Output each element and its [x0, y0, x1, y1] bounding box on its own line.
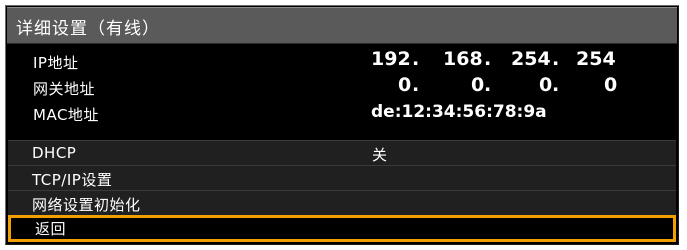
gateway-octet-1: 0: [398, 74, 412, 96]
ip-dot-3: .: [552, 48, 560, 70]
network-reset-label: 网络设置初始化: [32, 196, 141, 214]
menu-item-dhcp[interactable]: DHCP 关: [8, 140, 676, 165]
menu-item-back[interactable]: 返回: [8, 215, 676, 242]
ip-octet-4: 254: [576, 48, 616, 70]
gateway-octet-2: 0: [471, 74, 485, 96]
menu-item-tcpip-settings[interactable]: TCP/IP设置: [8, 165, 676, 190]
panel-title: 详细设置（有线）: [16, 19, 160, 39]
mac-address-value: de:12:34:56:78:9a: [371, 102, 547, 122]
menu-item-network-reset[interactable]: 网络设置初始化: [8, 190, 676, 215]
dhcp-label: DHCP: [32, 144, 77, 162]
ip-octet-1: 192: [371, 48, 411, 70]
gateway-octet-4: 0: [604, 74, 618, 96]
title-bar: 详细设置（有线）: [7, 7, 677, 44]
settings-panel: 详细设置（有线） IP地址 192 . 168 . 254 . 254 网关地址…: [5, 5, 679, 245]
tcpip-settings-label: TCP/IP设置: [32, 171, 113, 189]
gateway-dot-3: .: [552, 74, 560, 96]
back-label: 返回: [35, 220, 67, 238]
gateway-dot-2: .: [484, 74, 492, 96]
ip-octet-3: 254: [511, 48, 551, 70]
ip-dot-2: .: [484, 48, 492, 70]
network-info: IP地址 192 . 168 . 254 . 254 网关地址 0 . 0 . …: [7, 46, 677, 140]
mac-address-label: MAC地址: [33, 106, 99, 124]
gateway-dot-1: .: [412, 74, 420, 96]
ip-address-label: IP地址: [33, 54, 79, 72]
dhcp-value: 关: [372, 146, 388, 164]
gateway-label: 网关地址: [33, 80, 96, 98]
ip-dot-1: .: [412, 48, 420, 70]
ip-octet-2: 168: [443, 48, 483, 70]
gateway-octet-3: 0: [539, 74, 553, 96]
